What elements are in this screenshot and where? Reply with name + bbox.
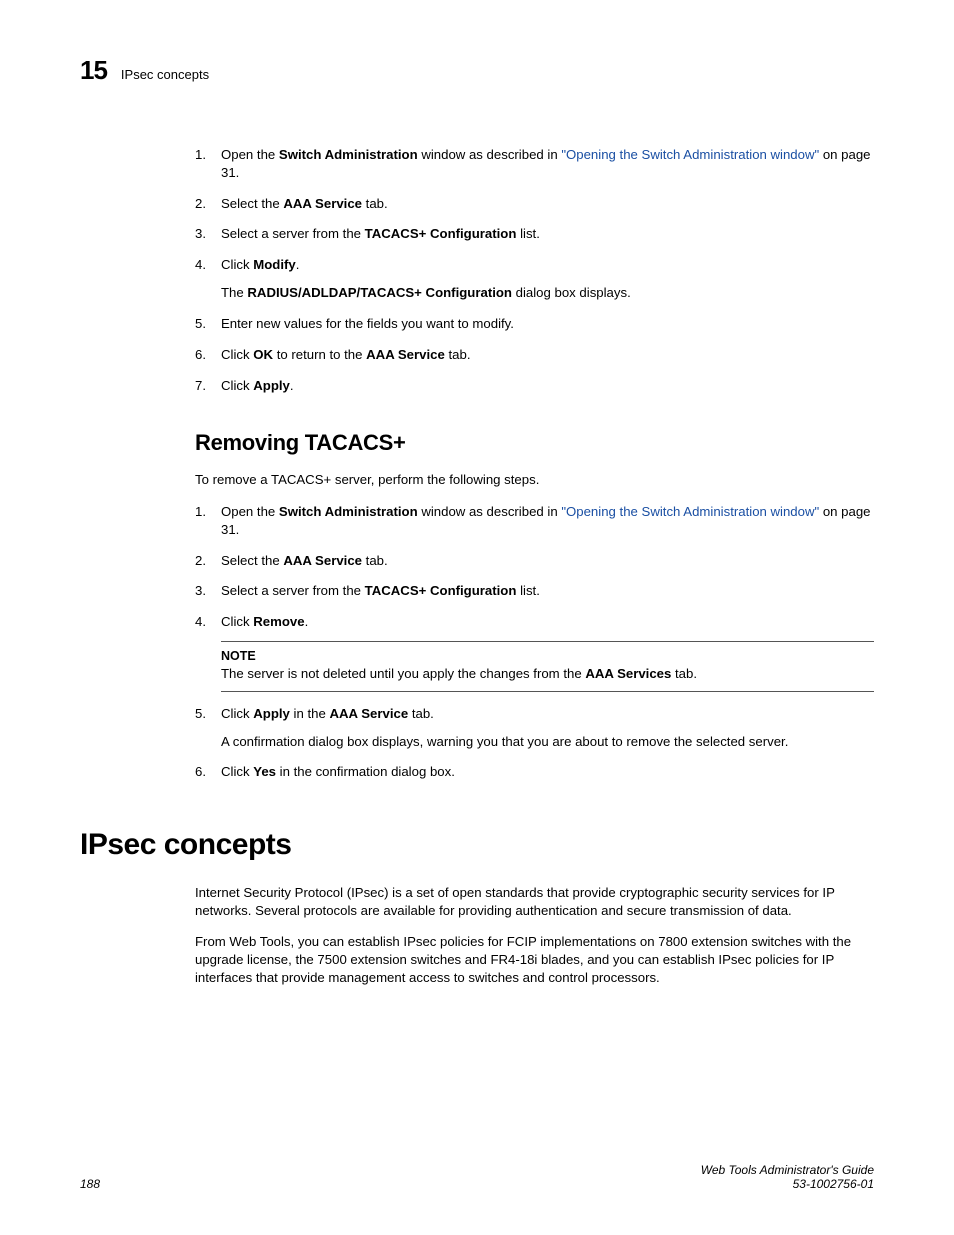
link-open-switch-admin[interactable]: "Opening the Switch Administration windo… (561, 147, 819, 162)
step-6: 6. Click OK to return to the AAA Service… (195, 346, 874, 364)
page-footer: 188 Web Tools Administrator's Guide 53-1… (80, 1163, 874, 1191)
doc-title: Web Tools Administrator's Guide (701, 1163, 874, 1177)
heading-removing-tacacs: Removing TACACS+ (195, 428, 874, 458)
note-box: NOTE The server is not deleted until you… (221, 641, 874, 692)
rm-step-5-followup: A confirmation dialog box displays, warn… (221, 733, 874, 751)
step-5: 5. Enter new values for the fields you w… (195, 315, 874, 333)
step-4-followup: The RADIUS/ADLDAP/TACACS+ Configuration … (221, 284, 874, 302)
step-2: 2. Select the AAA Service tab. (195, 195, 874, 213)
chapter-number: 15 (80, 55, 107, 86)
link-open-switch-admin-2[interactable]: "Opening the Switch Administration windo… (561, 504, 819, 519)
step-1: 1. Open the Switch Administration window… (195, 146, 874, 182)
steps-list-modify: 1. Open the Switch Administration window… (195, 146, 874, 394)
section2-intro: To remove a TACACS+ server, perform the … (195, 471, 874, 489)
chapter-title: IPsec concepts (121, 67, 209, 82)
doc-number: 53-1002756-01 (793, 1177, 874, 1191)
page-header: 15 IPsec concepts (80, 55, 874, 86)
note-label: NOTE (221, 648, 874, 665)
steps-list-remove: 1. Open the Switch Administration window… (195, 503, 874, 781)
rm-step-2: 2. Select the AAA Service tab. (195, 552, 874, 570)
ipsec-para-2: From Web Tools, you can establish IPsec … (195, 933, 874, 986)
step-3: 3. Select a server from the TACACS+ Conf… (195, 225, 874, 243)
ipsec-para-1: Internet Security Protocol (IPsec) is a … (195, 884, 874, 920)
rm-step-6: 6. Click Yes in the confirmation dialog … (195, 763, 874, 781)
page-number: 188 (80, 1177, 100, 1191)
footer-right: Web Tools Administrator's Guide 53-10027… (701, 1163, 874, 1191)
rm-step-1: 1. Open the Switch Administration window… (195, 503, 874, 539)
rm-step-4: 4. Click Remove. NOTE The server is not … (195, 613, 874, 692)
rm-step-3: 3. Select a server from the TACACS+ Conf… (195, 582, 874, 600)
rm-step-5: 5. Click Apply in the AAA Service tab. A… (195, 705, 874, 751)
step-7: 7. Click Apply. (195, 377, 874, 395)
note-text: The server is not deleted until you appl… (221, 665, 874, 683)
heading-ipsec-concepts: IPsec concepts (80, 825, 874, 866)
step-4: 4. Click Modify. The RADIUS/ADLDAP/TACAC… (195, 256, 874, 302)
